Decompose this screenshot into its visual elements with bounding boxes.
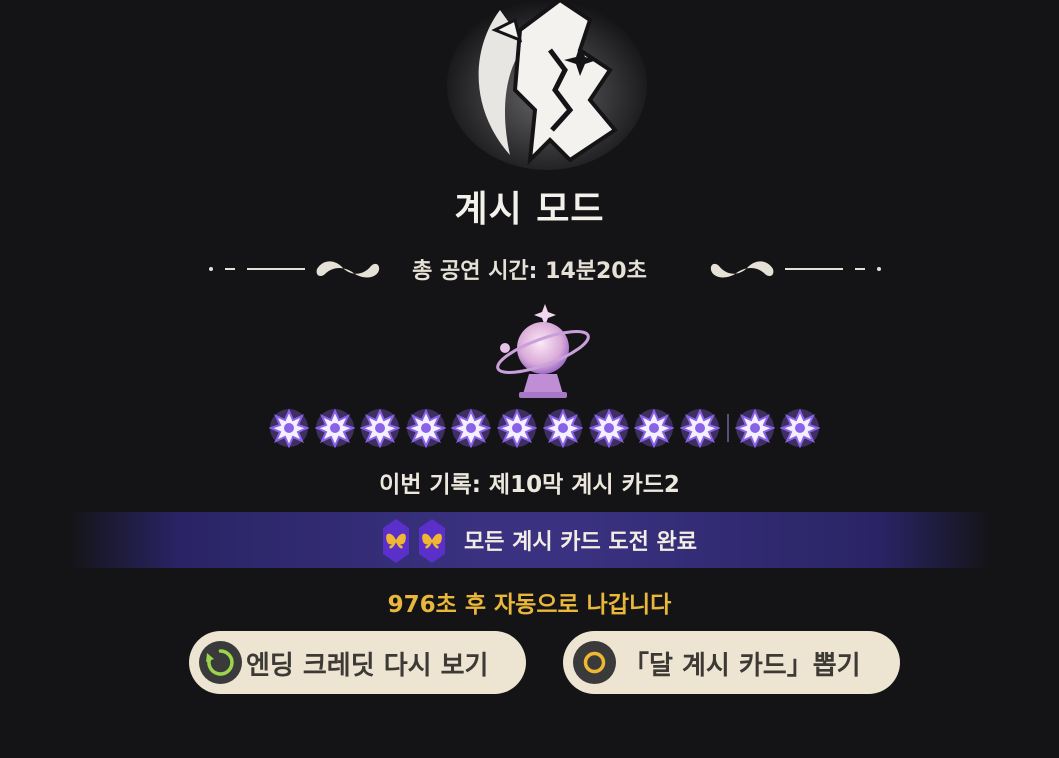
star-icon <box>269 408 309 448</box>
star-icon <box>589 408 629 448</box>
replay-icon <box>199 641 242 684</box>
circle-button-icon <box>573 641 616 684</box>
result-screen: 계시 모드 총 공연 시간: 14분20초 이번 기록: 제10막 계시 카드2… <box>0 0 1059 758</box>
star-icon <box>780 408 820 448</box>
star-rating <box>0 408 1059 450</box>
ornament-divider-right <box>710 261 881 278</box>
record-text: 이번 기록: 제10막 계시 카드2 <box>379 472 680 498</box>
draw-moon-card-label: 「달 계시 카드」뽑기 <box>623 651 861 681</box>
star-icon <box>360 408 400 448</box>
butterfly-gem-icon <box>419 519 445 563</box>
mode-emblem-icon <box>447 0 647 170</box>
replay-credits-label: 엔딩 크레딧 다시 보기 <box>246 651 489 681</box>
star-icon <box>634 408 674 448</box>
star-icon <box>315 408 355 448</box>
trophy-orb-icon <box>496 304 590 398</box>
star-icon <box>543 408 583 448</box>
star-icon <box>680 408 720 448</box>
star-icon <box>406 408 446 448</box>
mode-title: 계시 모드 <box>454 189 605 230</box>
star-icon <box>497 408 537 448</box>
draw-moon-card-button[interactable]: 「달 계시 카드」뽑기 <box>563 631 900 694</box>
replay-credits-button[interactable]: 엔딩 크레딧 다시 보기 <box>189 631 526 694</box>
total-performance-time: 총 공연 시간: 14분20초 <box>412 259 647 284</box>
banner-text: 모든 계시 카드 도전 완료 <box>464 530 698 555</box>
star-separator <box>727 414 729 442</box>
star-icon <box>451 408 491 448</box>
star-icon <box>735 408 775 448</box>
auto-exit-countdown: 976초 후 자동으로 나갑니다 <box>387 592 672 618</box>
butterfly-gem-icon <box>383 519 409 563</box>
